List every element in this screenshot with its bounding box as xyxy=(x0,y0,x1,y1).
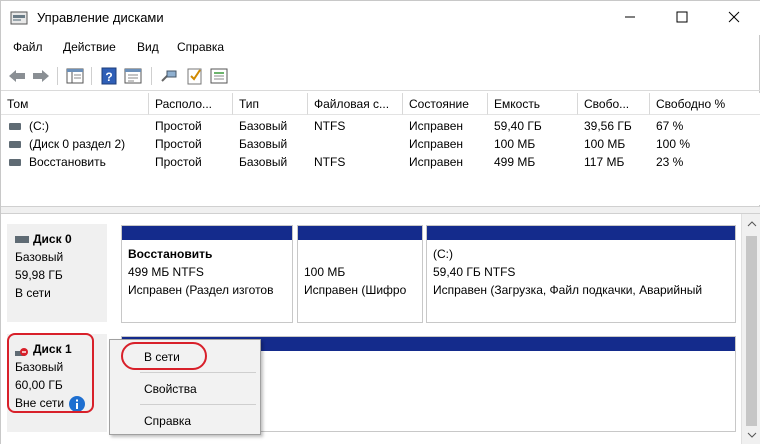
volume-type: Базовый xyxy=(239,155,288,169)
partition-c-drive[interactable]: (C:) 59,40 ГБ NTFS Исправен (Загрузка, Ф… xyxy=(426,225,736,323)
volume-filesystem: NTFS xyxy=(314,155,346,169)
toolbar-separator xyxy=(57,67,58,85)
disk-management-window: Управление дисками Файл Действие Вид Спр… xyxy=(0,0,760,444)
menu-bar: Файл Действие Вид Справка xyxy=(1,37,760,59)
maximize-button[interactable] xyxy=(659,1,705,33)
highlight-disk-1 xyxy=(7,333,94,413)
refresh-icon[interactable] xyxy=(159,66,179,86)
console-tree-icon[interactable] xyxy=(65,66,85,86)
volume-status: Исправен xyxy=(409,119,464,133)
volume-capacity: 59,40 ГБ xyxy=(494,119,542,133)
volume-free: 39,56 ГБ xyxy=(584,119,632,133)
properties-icon[interactable] xyxy=(123,66,143,86)
scroll-down-icon[interactable] xyxy=(747,431,757,439)
volume-layout: Простой xyxy=(155,155,202,169)
pane-splitter[interactable] xyxy=(1,206,760,214)
partition-size: 499 МБ NTFS xyxy=(128,265,204,279)
table-row[interactable]: (Диск 0 раздел 2) Простой Базовый Исправ… xyxy=(1,136,760,154)
menu-separator xyxy=(140,404,256,405)
volume-icon xyxy=(9,141,21,148)
column-header-volume[interactable]: Том xyxy=(1,93,149,115)
help-icon[interactable]: ? xyxy=(99,66,119,86)
partition-size: 59,40 ГБ NTFS xyxy=(433,265,516,279)
svg-text:?: ? xyxy=(105,70,112,84)
partition-size: 100 МБ xyxy=(304,265,346,279)
list-view-icon[interactable] xyxy=(209,66,229,86)
partition-efi[interactable]: 100 МБ Исправен (Шифро xyxy=(297,225,423,323)
volume-free-percent: 100 % xyxy=(656,137,691,151)
window-title: Управление дисками xyxy=(37,10,164,25)
forward-arrow-icon[interactable] xyxy=(31,66,51,86)
disk-type: Базовый xyxy=(15,250,64,264)
menu-help[interactable]: Справка xyxy=(177,40,224,54)
toolbar-separator xyxy=(91,67,92,85)
volume-layout: Простой xyxy=(155,137,202,151)
partition-bar xyxy=(122,226,292,240)
volume-name: (C:) xyxy=(29,119,49,133)
partition-status: Исправен (Шифро xyxy=(304,283,407,297)
volume-name: Восстановить xyxy=(29,155,106,169)
title-bar[interactable]: Управление дисками xyxy=(1,1,760,35)
partition-title: (C:) xyxy=(433,247,453,261)
scrollbar-thumb[interactable] xyxy=(746,236,757,426)
menu-separator xyxy=(140,372,256,373)
disk-state: В сети xyxy=(15,286,51,300)
column-header-status[interactable]: Состояние xyxy=(403,93,488,115)
graph-scrollbar[interactable] xyxy=(741,214,760,444)
column-header-filesystem[interactable]: Файловая с... xyxy=(308,93,403,115)
disk-size: 59,98 ГБ xyxy=(15,268,63,282)
menu-file[interactable]: Файл xyxy=(13,40,43,54)
column-header-free-percent[interactable]: Свободно % xyxy=(650,93,760,115)
minimize-button[interactable] xyxy=(607,1,653,33)
menu-item-properties[interactable]: Свойства xyxy=(110,378,260,400)
volume-icon xyxy=(9,123,21,130)
back-arrow-icon[interactable] xyxy=(7,66,27,86)
table-row[interactable]: Восстановить Простой Базовый NTFS Исправ… xyxy=(1,154,760,172)
volume-capacity: 499 МБ xyxy=(494,155,536,169)
table-row[interactable]: (C:) Простой Базовый NTFS Исправен 59,40… xyxy=(1,118,760,136)
volume-name: (Диск 0 раздел 2) xyxy=(29,137,126,151)
disk-icon xyxy=(15,236,29,244)
volume-icon xyxy=(9,159,21,166)
partition-status: Исправен (Раздел изготов xyxy=(128,283,274,297)
volume-layout: Простой xyxy=(155,119,202,133)
volume-capacity: 100 МБ xyxy=(494,137,536,151)
volume-free: 117 МБ xyxy=(584,155,625,169)
volume-type: Базовый xyxy=(239,119,288,133)
menu-action[interactable]: Действие xyxy=(63,40,116,54)
column-header-type[interactable]: Тип xyxy=(233,93,308,115)
partition-bar xyxy=(298,226,422,240)
close-button[interactable] xyxy=(711,1,757,33)
partition-bar xyxy=(427,226,735,240)
highlight-online xyxy=(121,342,207,370)
partition-status: Исправен (Загрузка, Файл подкачки, Авари… xyxy=(433,283,703,297)
menu-item-help[interactable]: Справка xyxy=(110,410,260,432)
volume-free-percent: 67 % xyxy=(656,119,684,133)
volume-filesystem: NTFS xyxy=(314,119,346,133)
column-header-layout[interactable]: Располо... xyxy=(149,93,233,115)
volume-type: Базовый xyxy=(239,137,288,151)
partition-title: Восстановить xyxy=(128,247,213,261)
disk-0-label[interactable]: Диск 0 Базовый 59,98 ГБ В сети xyxy=(7,224,107,322)
column-header-free-space[interactable]: Свобо... xyxy=(578,93,650,115)
volume-status: Исправен xyxy=(409,137,464,151)
column-header-capacity[interactable]: Емкость xyxy=(488,93,578,115)
scroll-up-icon[interactable] xyxy=(747,220,757,228)
disk-management-icon xyxy=(10,10,28,26)
disk-name: Диск 0 xyxy=(33,232,72,246)
volume-list: Том Располо... Тип Файловая с... Состоян… xyxy=(1,93,760,205)
volume-free-percent: 23 % xyxy=(656,155,684,169)
partition-recovery[interactable]: Восстановить 499 МБ NTFS Исправен (Разде… xyxy=(121,225,293,323)
menu-view[interactable]: Вид xyxy=(137,40,159,54)
toolbar: ? xyxy=(1,61,760,91)
toolbar-separator xyxy=(151,67,152,85)
volume-status: Исправен xyxy=(409,155,464,169)
checklist-icon[interactable] xyxy=(185,66,205,86)
volume-free: 100 МБ xyxy=(584,137,626,151)
